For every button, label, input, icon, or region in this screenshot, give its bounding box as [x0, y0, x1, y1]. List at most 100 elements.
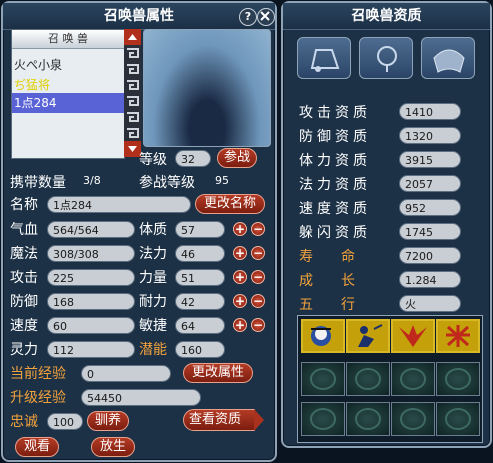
stat-label: 体质 — [139, 222, 167, 238]
loyalty-label: 忠诚 — [10, 414, 38, 430]
skill-slot-empty[interactable] — [346, 402, 390, 436]
pet-list-scrollbar[interactable] — [124, 29, 141, 157]
pet-aptitude-panel: 召唤兽资质 攻击资质 1410 防御资质 1320 体力资质 3915 法力资质… — [281, 1, 492, 448]
stat-value: 564/564 — [47, 221, 135, 238]
element-value: 火 — [399, 295, 461, 312]
up-exp-label: 升级经验 — [10, 390, 66, 406]
remove-point-button[interactable]: − — [251, 318, 265, 332]
skill-slot-empty[interactable] — [391, 362, 435, 396]
skill-slot[interactable] — [346, 319, 390, 353]
add-point-button[interactable]: + — [233, 294, 247, 308]
remove-point-button[interactable]: − — [251, 270, 265, 284]
aptitude-label: 体力资质 — [299, 153, 371, 169]
pet-list-item[interactable]: 火ぺ小泉 — [14, 56, 62, 73]
aptitude-label: 躲闪资质 — [299, 225, 371, 241]
add-point-button[interactable]: + — [233, 318, 247, 332]
stat-label: 敏捷 — [139, 318, 167, 334]
stat-value: 168 — [47, 293, 135, 310]
pet-attribute-panel: 召唤兽属性 ? 召 唤 兽 火ぺ小泉 ぢ猛将 1点284 等级 32 参战 携带… — [1, 1, 277, 462]
potential-value: 160 — [175, 341, 225, 358]
kneel-skill-icon — [358, 324, 383, 347]
stat-value: 42 — [175, 293, 225, 310]
knot-ornament — [310, 368, 336, 390]
aptitude-label: 攻击资质 — [299, 105, 371, 121]
wings-skill-icon — [399, 325, 427, 347]
helmet-icon — [310, 49, 340, 72]
scroll-up-button[interactable] — [124, 29, 141, 45]
stat-label: 攻击 — [10, 270, 38, 286]
add-point-button[interactable]: + — [233, 222, 247, 236]
skill-slot-empty[interactable] — [436, 362, 480, 396]
knot-ornament — [310, 408, 336, 430]
fight-button[interactable]: 参战 — [217, 148, 257, 168]
skill-slot[interactable] — [391, 319, 435, 353]
loyalty-value: 100 — [47, 413, 83, 430]
pet-list-item-selected[interactable]: 1点284 — [12, 93, 124, 113]
stat-label: 灵力 — [10, 342, 38, 358]
skill-grid — [297, 315, 483, 443]
knot-ornament — [400, 368, 426, 390]
pet-list-header: 召 唤 兽 — [12, 30, 124, 49]
view-aptitude-button[interactable]: 查看资质 — [183, 409, 264, 431]
lifespan-label: 寿 命 — [299, 249, 355, 265]
remove-point-button[interactable]: − — [251, 246, 265, 260]
knot-ornament — [400, 408, 426, 430]
aptitude-value: 1320 — [399, 127, 461, 144]
stat-label: 防御 — [10, 294, 38, 310]
name-field[interactable]: 1点284 — [47, 196, 191, 213]
close-button[interactable] — [257, 8, 275, 26]
fight-level-value: 95 — [215, 174, 229, 187]
knot-ornament — [355, 408, 381, 430]
equip-slot-helmet[interactable] — [297, 37, 351, 79]
skill-slot-empty[interactable] — [346, 362, 390, 396]
rename-button[interactable]: 更改名称 — [195, 194, 265, 214]
stat-value: 225 — [47, 269, 135, 286]
name-label: 名称 — [10, 197, 38, 213]
pet-list: 召 唤 兽 火ぺ小泉 ぢ猛将 1点284 — [11, 29, 125, 159]
growth-label: 成 长 — [299, 273, 355, 289]
skill-slot-empty[interactable] — [301, 362, 345, 396]
level-field: 32 — [175, 150, 211, 167]
help-button[interactable]: ? — [239, 8, 257, 26]
skill-slot-empty[interactable] — [436, 402, 480, 436]
watch-button[interactable]: 观看 — [15, 437, 59, 457]
release-button[interactable]: 放生 — [91, 437, 135, 457]
stat-value: 60 — [47, 317, 135, 334]
skill-slot-empty[interactable] — [301, 402, 345, 436]
change-attribute-button[interactable]: 更改属性 — [183, 363, 253, 383]
stat-value: 64 — [175, 317, 225, 334]
level-label: 等级 — [139, 152, 167, 168]
knot-ornament — [445, 368, 471, 390]
aptitude-label: 法力资质 — [299, 177, 371, 193]
pet-list-item[interactable]: ぢ猛将 — [14, 76, 50, 93]
equip-slot-armor[interactable] — [421, 37, 475, 79]
arrow-up-icon — [128, 34, 137, 40]
remove-point-button[interactable]: − — [251, 294, 265, 308]
skill-slot[interactable] — [436, 319, 480, 353]
greek-key-ornament — [127, 48, 139, 138]
add-point-button[interactable]: + — [233, 246, 247, 260]
armor-icon — [433, 49, 465, 73]
up-exp-value: 54450 — [81, 389, 201, 406]
equip-slot-necklace[interactable] — [359, 37, 413, 79]
exp-value: 0 — [81, 365, 171, 382]
pet-preview — [143, 29, 271, 147]
skill-slot-empty[interactable] — [391, 402, 435, 436]
tame-button[interactable]: 驯养 — [87, 411, 129, 431]
cross-skill-icon — [446, 325, 470, 347]
aptitude-value: 1745 — [399, 223, 461, 240]
add-point-button[interactable]: + — [233, 270, 247, 284]
remove-point-button[interactable]: − — [251, 222, 265, 236]
necklace-icon — [377, 46, 397, 72]
carry-label: 携带数量 — [10, 175, 66, 191]
pet-attribute-title-text: 召唤兽属性 — [104, 8, 174, 24]
stat-value: 46 — [175, 245, 225, 262]
skill-slot[interactable] — [301, 319, 345, 353]
stat-label: 法力 — [139, 246, 167, 262]
mind-skill-icon — [311, 326, 331, 346]
aptitude-value: 952 — [399, 199, 461, 216]
pet-aptitude-title: 召唤兽资质 — [283, 3, 490, 30]
arrow-right-icon — [254, 409, 264, 431]
pet-attribute-title: 召唤兽属性 — [3, 3, 275, 30]
lifespan-value: 7200 — [399, 247, 461, 264]
